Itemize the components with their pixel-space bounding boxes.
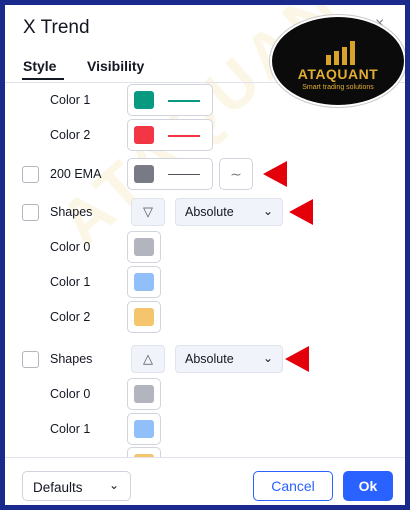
logo-name: ATAQUANT — [297, 66, 379, 82]
s1-color2-swatch — [134, 308, 154, 326]
ema-checkbox[interactable] — [22, 166, 39, 183]
footer-divider — [5, 457, 405, 458]
s2-color2-row-partial — [5, 445, 405, 457]
s1-color0-swatch — [134, 238, 154, 256]
color1-line-picker[interactable] — [127, 84, 213, 116]
defaults-label: Defaults — [33, 480, 83, 495]
s2-color1-row: Color 1 — [5, 412, 405, 446]
cancel-button[interactable]: Cancel — [253, 471, 333, 501]
logo-bars-icon — [324, 39, 360, 65]
red-arrow-icon — [263, 161, 287, 187]
active-tab-indicator — [22, 78, 64, 80]
s1-color1-swatch — [134, 273, 154, 291]
red-arrow-icon — [285, 346, 309, 372]
shapes1-row: Shapes ▽ Absolute ⌄ — [5, 195, 405, 229]
tab-style[interactable]: Style — [23, 58, 56, 74]
s1-color1-picker[interactable] — [127, 266, 161, 298]
color2-label: Color 2 — [50, 128, 91, 142]
s1-color0-row: Color 0 — [5, 230, 405, 264]
s2-color2-picker[interactable] — [127, 447, 161, 457]
s2-color0-row: Color 0 — [5, 377, 405, 411]
color2-line-picker[interactable] — [127, 119, 213, 151]
s2-color0-label: Color 0 — [50, 387, 91, 401]
s1-color1-row: Color 1 — [5, 265, 405, 299]
triangle-up-icon[interactable]: △ — [131, 345, 165, 373]
shapes2-checkbox[interactable] — [22, 351, 39, 368]
s1-color0-label: Color 0 — [50, 240, 91, 254]
defaults-dropdown[interactable]: Defaults ⌄ — [22, 471, 131, 501]
color2-line-sample — [168, 135, 200, 137]
ema-line-picker[interactable] — [127, 158, 213, 190]
s1-color2-row: Color 2 — [5, 300, 405, 334]
tab-visibility[interactable]: Visibility — [87, 58, 144, 74]
ataquant-logo: ATAQUANT Smart trading solutions — [270, 15, 405, 107]
s2-color0-picker[interactable] — [127, 378, 161, 410]
s1-color2-label: Color 2 — [50, 310, 91, 324]
shapes1-select-value: Absolute — [185, 205, 234, 219]
color1-label: Color 1 — [50, 93, 91, 107]
color1-line-sample — [168, 100, 200, 102]
wave-icon[interactable]: ∼ — [219, 158, 253, 190]
color2-row: Color 2 — [5, 118, 405, 152]
s1-color2-picker[interactable] — [127, 301, 161, 333]
chevron-down-icon: ⌄ — [263, 204, 274, 218]
shapes2-select-value: Absolute — [185, 352, 234, 366]
s1-color1-label: Color 1 — [50, 275, 91, 289]
shapes2-label: Shapes — [50, 352, 93, 366]
color1-swatch — [134, 91, 154, 109]
ema-label: 200 EMA — [50, 167, 102, 181]
ema-swatch — [134, 165, 154, 183]
ema-row: 200 EMA ∼ — [5, 157, 405, 191]
shapes1-checkbox[interactable] — [22, 204, 39, 221]
s2-color1-label: Color 1 — [50, 422, 91, 436]
shapes1-label: Shapes — [50, 205, 93, 219]
logo-tagline: Smart trading solutions — [302, 84, 374, 91]
s2-color1-swatch — [134, 420, 154, 438]
chevron-down-icon: ⌄ — [109, 478, 120, 492]
color2-swatch — [134, 126, 154, 144]
chevron-down-icon: ⌄ — [263, 351, 274, 365]
shapes1-location-select[interactable]: Absolute ⌄ — [175, 198, 283, 226]
triangle-down-icon[interactable]: ▽ — [131, 198, 165, 226]
ema-line-sample — [168, 174, 200, 175]
dialog-title: X Trend — [23, 17, 90, 38]
shapes2-location-select[interactable]: Absolute ⌄ — [175, 345, 283, 373]
ok-button[interactable]: Ok — [343, 471, 393, 501]
s2-color1-picker[interactable] — [127, 413, 161, 445]
indicator-settings-dialog: ATAQUANT X Trend × Style Visibility Colo… — [3, 3, 407, 507]
shapes2-row: Shapes △ Absolute ⌄ — [5, 342, 405, 376]
s1-color0-picker[interactable] — [127, 231, 161, 263]
red-arrow-icon — [289, 199, 313, 225]
s2-color0-swatch — [134, 385, 154, 403]
